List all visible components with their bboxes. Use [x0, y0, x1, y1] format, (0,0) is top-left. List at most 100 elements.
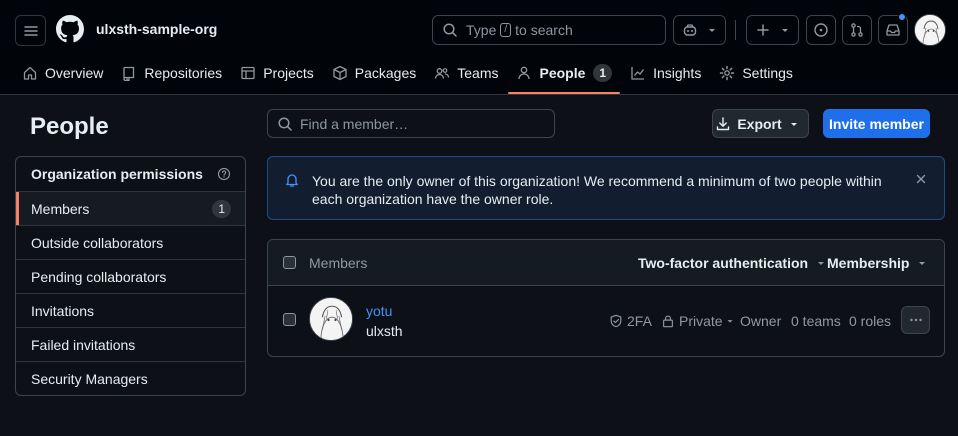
two-factor-filter-label: Two-factor authentication: [638, 255, 809, 271]
create-new-button[interactable]: [746, 15, 799, 45]
tab-projects[interactable]: Projects: [232, 56, 322, 90]
sidebar-item-label: Security Managers: [31, 370, 148, 387]
plus-icon: [756, 24, 769, 36]
find-member-placeholder: Find a member…: [300, 115, 409, 132]
avatar-drawing: [310, 298, 352, 340]
chevron-down-icon: [727, 320, 733, 323]
pull-request-icon: [851, 23, 863, 37]
member-avatar[interactable]: [309, 297, 353, 341]
search-shortcut-key: /: [500, 23, 512, 37]
kebab-horizontal-icon: [909, 318, 922, 322]
search-prefix: Type: [466, 22, 497, 38]
tab-packages[interactable]: Packages: [324, 56, 424, 90]
members-table-header: Members Two-factor authentication Member…: [268, 240, 944, 286]
member-display-name: ulxsth: [366, 323, 403, 339]
tab-settings[interactable]: Settings: [711, 56, 801, 90]
sidebar-heading-label: Organization permissions: [31, 166, 203, 182]
members-header-label: Members: [309, 255, 368, 271]
pull-requests-button[interactable]: [842, 15, 872, 45]
tab-insights[interactable]: Insights: [622, 56, 709, 90]
close-icon[interactable]: [914, 172, 928, 186]
tab-label: People: [539, 65, 586, 81]
visibility-label: Private: [679, 313, 723, 329]
two-factor-filter[interactable]: Two-factor authentication: [638, 255, 827, 271]
user-avatar[interactable]: [914, 14, 946, 46]
two-factor-status: 2FA: [609, 313, 652, 329]
tab-label: Projects: [263, 65, 314, 81]
member-teams-count[interactable]: 0 teams: [791, 313, 841, 329]
search-icon: [278, 116, 292, 131]
issues-button[interactable]: [806, 15, 836, 45]
chevron-down-icon: [708, 29, 715, 32]
tab-label: Overview: [45, 65, 104, 81]
owner-warning-banner: You are the only owner of this organizat…: [267, 156, 945, 220]
search-suffix: to search: [515, 22, 573, 38]
avatar-drawing: [915, 15, 945, 45]
person-icon: [518, 66, 531, 80]
graph-icon: [631, 67, 645, 80]
export-label: Export: [737, 115, 782, 132]
sidebar-heading: Organization permissions: [16, 157, 245, 191]
two-factor-label: 2FA: [627, 313, 652, 329]
unread-notification-dot: [898, 13, 906, 21]
lock-icon: [663, 315, 673, 328]
export-button[interactable]: Export: [712, 109, 809, 138]
member-roles-count[interactable]: 0 roles: [849, 313, 891, 329]
issue-icon: [814, 23, 828, 37]
select-all-checkbox[interactable]: [283, 256, 296, 269]
row-checkbox[interactable]: [283, 313, 296, 326]
sidebar-item-label: Members: [31, 200, 90, 217]
chevron-down-icon: [818, 262, 825, 265]
people-count-badge: 1: [593, 64, 613, 82]
chevron-down-icon: [781, 29, 788, 32]
sidebar-item-label: Failed invitations: [31, 336, 136, 353]
tab-overview[interactable]: Overview: [14, 56, 111, 90]
sidebar-item-label: Outside collaborators: [31, 234, 164, 251]
org-nav: Overview Repositories Projects Packages …: [14, 56, 803, 94]
sidebar-item-label: Pending collaborators: [31, 268, 167, 285]
member-role: Owner: [740, 313, 782, 329]
visibility-dropdown[interactable]: Private: [661, 313, 739, 329]
github-logo-icon[interactable]: [56, 15, 84, 43]
member-actions-button[interactable]: [901, 306, 930, 334]
members-table: Members Two-factor authentication Member…: [267, 239, 945, 357]
sidebar-item-pending-collaborators[interactable]: Pending collaborators: [16, 259, 245, 293]
home-icon: [23, 66, 37, 80]
page-title: People: [30, 113, 109, 140]
org-name-link[interactable]: ulxsth-sample-org: [96, 21, 217, 37]
sidebar-item-label: Invitations: [31, 302, 95, 319]
tab-label: Repositories: [144, 65, 223, 81]
find-member-input[interactable]: Find a member…: [267, 109, 555, 138]
member-login-link[interactable]: yotu: [366, 303, 392, 319]
global-search-input[interactable]: Type / to search: [432, 15, 666, 45]
membership-filter-label: Membership: [827, 255, 910, 271]
menu-button[interactable]: [15, 15, 46, 46]
question-icon[interactable]: [217, 167, 231, 181]
tab-people[interactable]: People 1: [508, 56, 620, 94]
global-header: ulxsth-sample-org Type / to search Overv…: [0, 0, 958, 95]
members-count-badge: 1: [212, 199, 231, 218]
repo-icon: [123, 66, 135, 81]
copilot-icon: [683, 24, 696, 36]
chevron-down-icon: [790, 122, 797, 126]
download-icon: [717, 116, 730, 130]
header-divider: [735, 20, 736, 40]
copilot-button[interactable]: [673, 15, 726, 45]
tab-repositories[interactable]: Repositories: [113, 56, 230, 90]
package-icon: [333, 65, 347, 81]
sidebar-item-outside-collaborators[interactable]: Outside collaborators: [16, 225, 245, 259]
inbox-icon: [886, 24, 900, 36]
sidebar-item-invitations[interactable]: Invitations: [16, 293, 245, 327]
table-icon: [241, 66, 255, 80]
membership-filter[interactable]: Membership: [827, 255, 928, 271]
bell-icon: [286, 174, 298, 187]
sidebar-item-security-managers[interactable]: Security Managers: [16, 361, 245, 395]
tab-label: Packages: [354, 65, 417, 81]
invite-member-button[interactable]: Invite member: [823, 109, 930, 138]
chevron-down-icon: [919, 262, 926, 265]
sidebar-item-failed-invitations[interactable]: Failed invitations: [16, 327, 245, 361]
tab-teams[interactable]: Teams: [426, 56, 506, 90]
banner-message: You are the only owner of this organizat…: [312, 173, 882, 207]
sidebar-item-members[interactable]: Members 1: [16, 191, 245, 225]
search-icon: [443, 23, 457, 37]
